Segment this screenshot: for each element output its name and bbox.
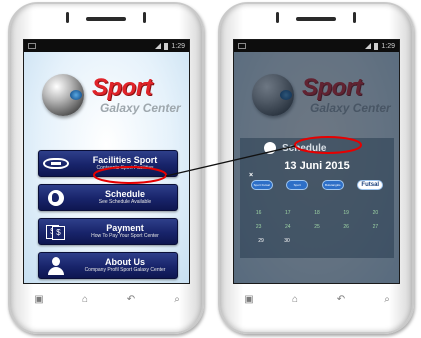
status-time: 1:29 xyxy=(171,42,185,50)
dialog-title: Schedule xyxy=(282,142,327,154)
menu-item-about[interactable]: About Us Company Profil Sport Galaxy Cen… xyxy=(38,252,178,279)
recent-apps-icon[interactable]: ▣ xyxy=(242,294,256,305)
battery-icon xyxy=(374,42,379,50)
menu-item-facilities[interactable]: Facilities Sport Contaents Sport Facilit… xyxy=(38,150,178,177)
logo-ball-icon xyxy=(42,74,84,116)
search-icon[interactable]: ⌕ xyxy=(380,294,394,305)
calendar-day[interactable]: 17 xyxy=(279,210,297,216)
phone-frame-right: 1:29 Sport Galaxy Center Schedule 13 Jun… xyxy=(218,2,414,334)
phone-sensor xyxy=(276,12,279,23)
search-icon[interactable]: ⌕ xyxy=(170,294,184,305)
menu-item-title: Facilities Sport xyxy=(92,155,158,165)
app-home-dimmed: Sport Galaxy Center Schedule 13 Juni 201… xyxy=(234,52,399,283)
globe-icon xyxy=(264,142,276,154)
calendar-day[interactable]: 27 xyxy=(366,224,384,230)
globe-icon xyxy=(48,189,64,206)
back-icon[interactable]: ↶ xyxy=(124,294,138,305)
status-time: 1:29 xyxy=(381,42,395,50)
calendar-day[interactable]: 16 xyxy=(250,210,268,216)
calendar-week: 23 24 25 26 27 xyxy=(244,224,390,230)
menu-item-desc: How To Pay Your Sport Center xyxy=(91,233,159,239)
phone-frame-left: 1:29 Sport Galaxy Center Facilities Spor… xyxy=(8,2,204,334)
calendar-day[interactable]: 26 xyxy=(337,224,355,230)
notification-icon xyxy=(238,43,246,49)
calendar-day[interactable]: 30 xyxy=(278,238,296,244)
logo-title: Sport xyxy=(92,74,153,101)
money-icon: $$ xyxy=(46,224,66,240)
close-icon[interactable]: × xyxy=(249,172,253,179)
device-nav-bar: ▣ ⌂ ↶ ⌕ xyxy=(242,292,394,306)
calendar-day[interactable]: 25 xyxy=(308,224,326,230)
home-icon[interactable]: ⌂ xyxy=(78,294,92,305)
sport-option[interactable]: Sport Badminton xyxy=(286,180,309,190)
menu-item-schedule[interactable]: Schedule See Schedule Available xyxy=(38,184,178,211)
calendar-day[interactable]: 29 xyxy=(252,238,270,244)
schedule-dialog: Schedule 13 Juni 2015 Sport Futsal Sport… xyxy=(240,138,394,258)
calendar-week: 29 30 xyxy=(244,238,390,244)
phone-speaker xyxy=(86,17,126,21)
calendar-week: 16 17 18 19 20 xyxy=(244,210,390,216)
sport-option[interactable]: Sport Futsal xyxy=(250,180,273,190)
schedule-date: 13 Juni 2015 xyxy=(284,160,350,172)
status-bar: 1:29 xyxy=(234,40,399,52)
menu-item-payment[interactable]: $$ Payment How To Pay Your Sport Center xyxy=(38,218,178,245)
calendar-day[interactable]: 18 xyxy=(308,210,326,216)
menu-item-title: Schedule xyxy=(104,189,145,199)
phone-sensor xyxy=(66,12,69,23)
logo-subtitle: Galaxy Center xyxy=(100,101,181,115)
sport-selector: Sport Futsal Sport Badminton Bulutangkis… xyxy=(244,180,390,190)
menu-item-desc: See Schedule Available xyxy=(98,199,152,205)
status-bar: 1:29 xyxy=(24,40,189,52)
menu-item-title: About Us xyxy=(105,257,145,267)
menu-item-title: Payment xyxy=(106,223,144,233)
phone-speaker xyxy=(296,17,336,21)
battery-icon xyxy=(164,42,169,50)
screen-schedule: 1:29 Sport Galaxy Center Schedule 13 Jun… xyxy=(233,39,400,284)
back-icon[interactable]: ↶ xyxy=(334,294,348,305)
menu-item-desc: Company Profil Sport Galaxy Center xyxy=(84,267,166,273)
home-icon[interactable]: ⌂ xyxy=(288,294,302,305)
menu-item-desc: Contaents Sport Facilities xyxy=(96,165,154,171)
signal-icon xyxy=(365,43,372,49)
calendar-day[interactable]: 23 xyxy=(250,224,268,230)
sport-option[interactable]: Bulutangkis xyxy=(321,180,344,190)
app-logo: Sport Galaxy Center xyxy=(42,70,182,126)
notification-icon xyxy=(28,43,36,49)
phone-sensor xyxy=(353,12,356,23)
calendar-day[interactable]: 19 xyxy=(337,210,355,216)
device-nav-bar: ▣ ⌂ ↶ ⌕ xyxy=(32,292,184,306)
recent-apps-icon[interactable]: ▣ xyxy=(32,294,46,305)
stadium-icon xyxy=(43,158,69,169)
signal-icon xyxy=(155,43,162,49)
user-icon xyxy=(48,256,64,275)
app-home: Sport Galaxy Center Facilities Sport Con… xyxy=(24,52,189,283)
sport-option-selected[interactable]: Futsal xyxy=(357,180,384,190)
phone-sensor xyxy=(143,12,146,23)
screen-main-menu: 1:29 Sport Galaxy Center Facilities Spor… xyxy=(23,39,190,284)
calendar-day[interactable]: 20 xyxy=(366,210,384,216)
main-menu: Facilities Sport Contaents Sport Facilit… xyxy=(38,150,178,283)
calendar-day[interactable]: 24 xyxy=(279,224,297,230)
